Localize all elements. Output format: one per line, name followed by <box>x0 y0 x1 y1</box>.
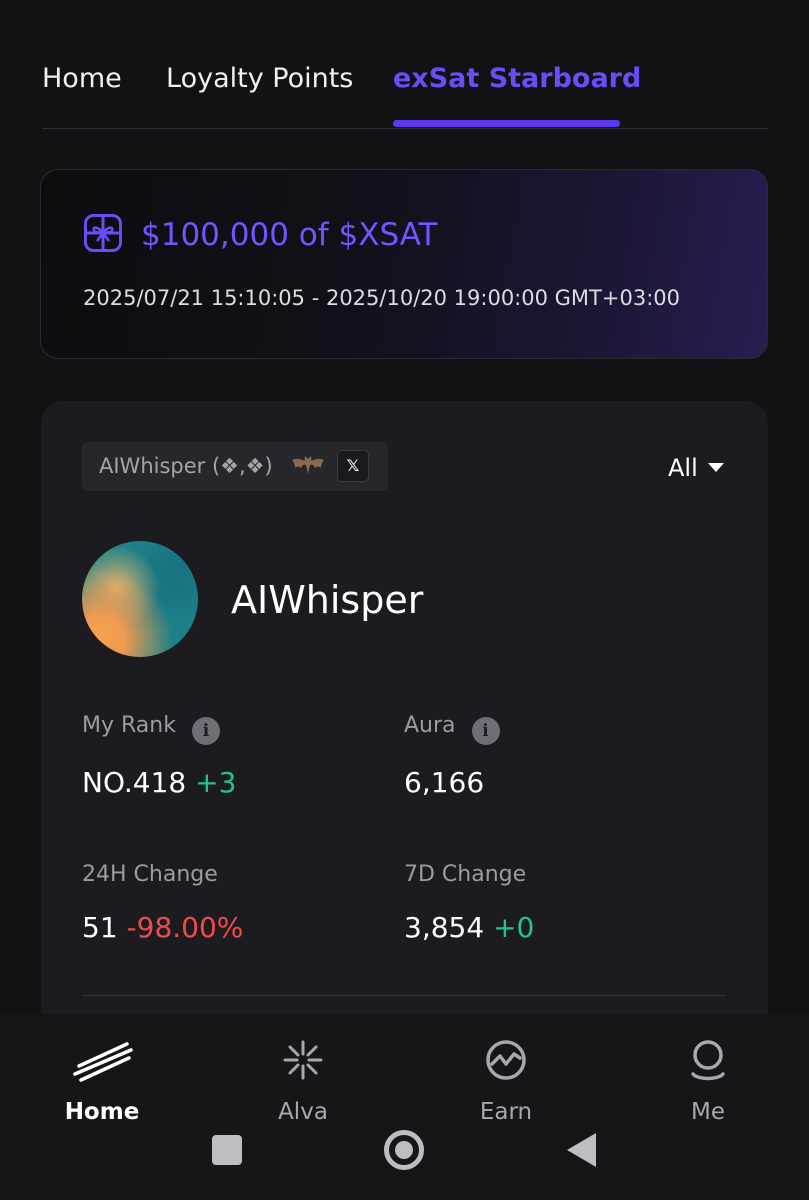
back-button[interactable] <box>567 1133 596 1167</box>
profile-card: AIWhisper (❖,❖) 𝕏 All AIWhisper My Rank i… <box>41 401 768 1041</box>
stat-my-rank: My Rank i NO.418 +3 <box>82 711 236 801</box>
info-icon[interactable]: i <box>191 717 220 745</box>
caret-down-icon <box>707 463 724 472</box>
home-streaks-icon <box>73 1042 133 1082</box>
username: AIWhisper <box>231 578 424 622</box>
change-7d-value: 3,854 <box>404 911 485 944</box>
campaign-dates: 2025/07/21 15:10:05 - 2025/10/20 19:00:0… <box>83 286 680 310</box>
info-icon[interactable]: i <box>471 717 500 745</box>
app-screen: Home Loyalty Points exSat Starboard $100… <box>0 0 809 1200</box>
divider <box>82 995 726 996</box>
active-tab-indicator <box>393 120 620 127</box>
change-7d-delta: +0 <box>493 911 535 944</box>
bat-icon <box>292 456 324 474</box>
filter-selected-value: All <box>668 454 698 482</box>
avatar <box>82 541 198 657</box>
home-button[interactable] <box>384 1130 424 1170</box>
tab-loyalty-points[interactable]: Loyalty Points <box>166 60 353 98</box>
earn-chart-icon <box>486 1040 526 1080</box>
stat-label: Aura <box>404 713 456 738</box>
rank-delta: +3 <box>195 766 237 799</box>
prize-pool-title: $100,000 of $XSAT <box>141 217 438 253</box>
stat-label: 24H Change <box>82 862 218 887</box>
tab-home[interactable]: Home <box>42 60 122 98</box>
stat-24h-change: 24H Change 51 -98.00% <box>82 860 243 946</box>
top-tabs: Home Loyalty Points exSat Starboard <box>42 60 768 129</box>
user-icon <box>691 1040 725 1081</box>
tab-exsat-starboard[interactable]: exSat Starboard <box>393 60 641 98</box>
user-handle-text: AIWhisper (❖,❖) <box>99 454 273 478</box>
campaign-banner[interactable]: $100,000 of $XSAT 2025/07/21 15:10:05 - … <box>40 169 768 359</box>
recents-button[interactable] <box>212 1135 242 1165</box>
stat-label: My Rank <box>82 713 176 738</box>
aura-value: 6,166 <box>404 766 485 799</box>
rank-value: NO.418 <box>82 766 187 799</box>
change-24h-value: 51 <box>82 911 118 944</box>
stat-aura: Aura i 6,166 <box>404 711 500 801</box>
gift-icon <box>84 214 122 252</box>
period-filter-dropdown[interactable]: All <box>668 453 724 483</box>
x-logo-icon[interactable]: 𝕏 <box>337 450 369 482</box>
change-24h-delta: -98.00% <box>126 911 244 944</box>
user-handle-chip[interactable]: AIWhisper (❖,❖) 𝕏 <box>82 442 388 491</box>
stat-label: 7D Change <box>404 862 527 887</box>
alva-star-icon <box>283 1040 323 1080</box>
stat-7d-change: 7D Change 3,854 +0 <box>404 860 534 946</box>
system-navigation-bar <box>0 1106 809 1200</box>
